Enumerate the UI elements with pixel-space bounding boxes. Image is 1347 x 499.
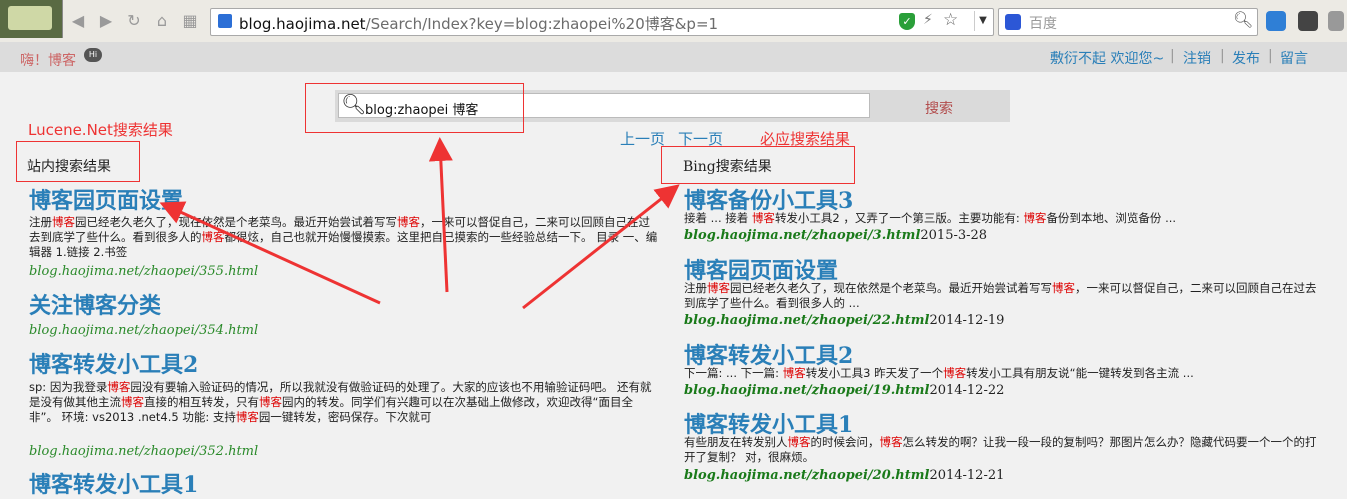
arrow-to-right-results [522,184,680,310]
annotation-arrows [159,137,680,310]
arrow-to-search [428,137,453,293]
arrow-to-left-results [159,201,381,305]
